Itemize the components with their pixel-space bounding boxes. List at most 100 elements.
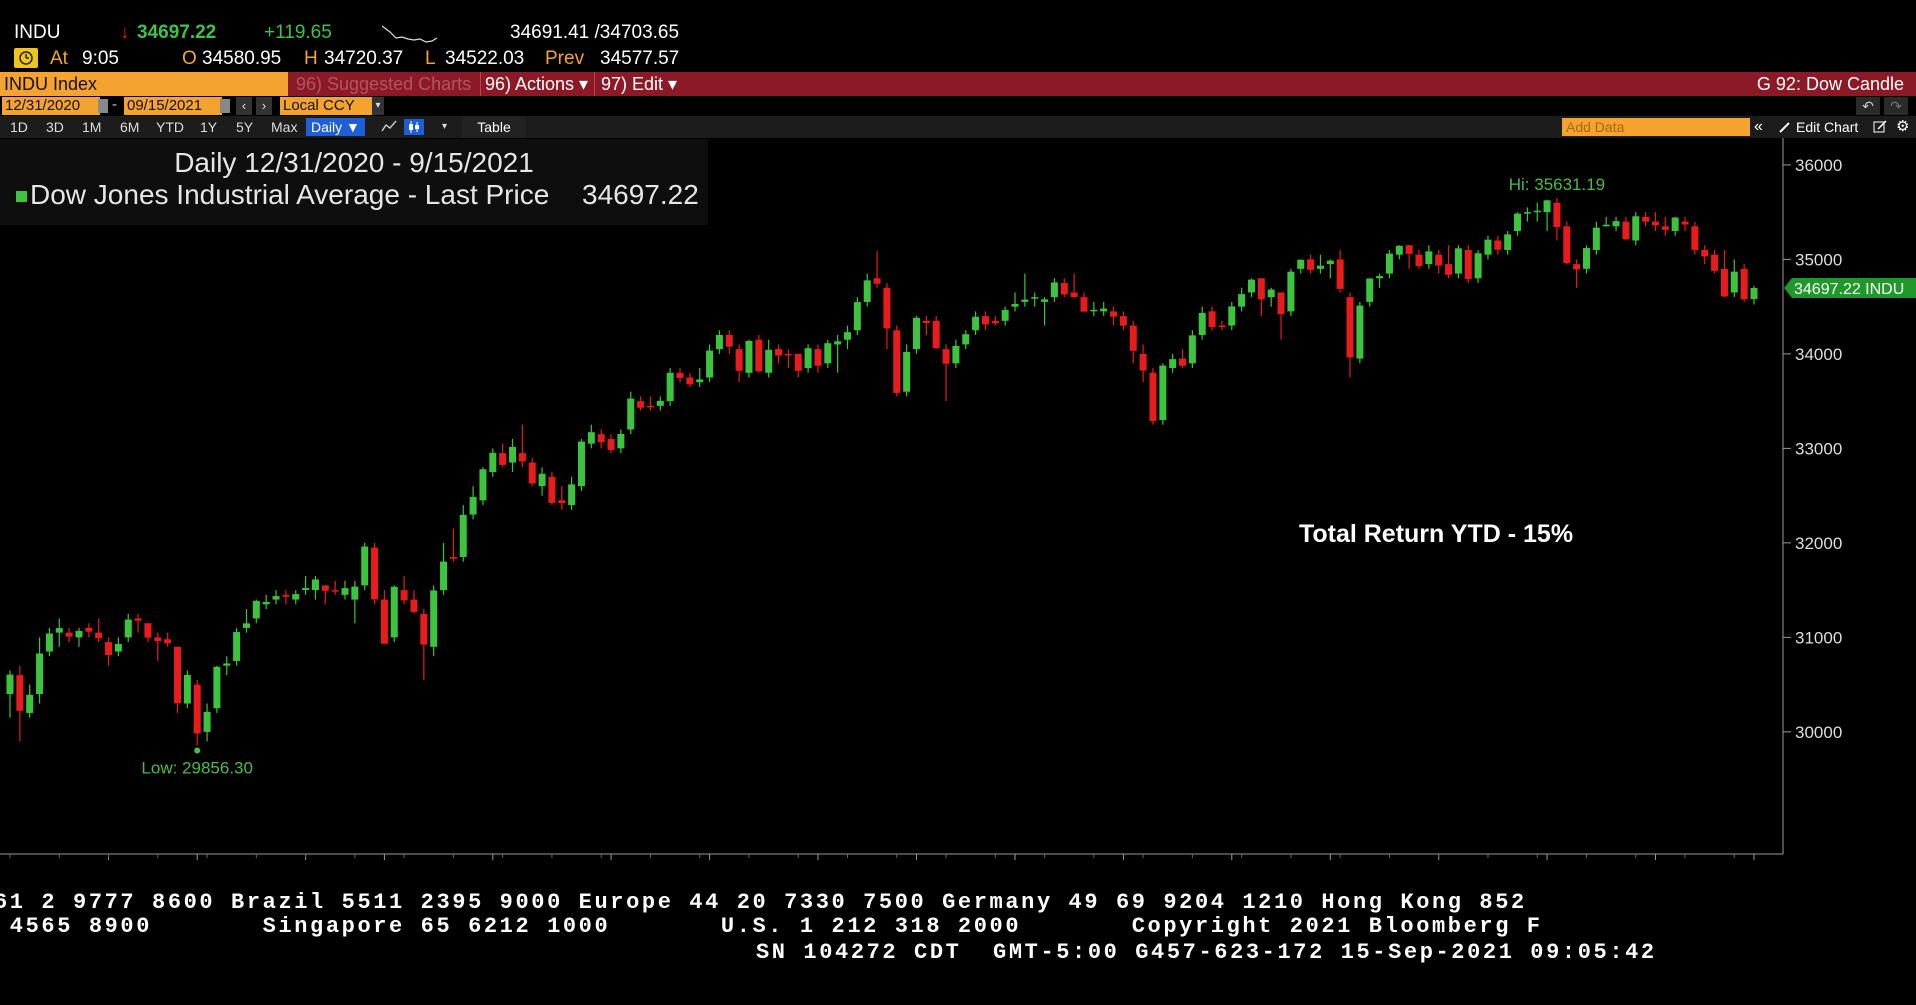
prev-label: Prev — [545, 48, 585, 69]
candle-body — [1661, 226, 1669, 230]
add-data-input[interactable]: Add Data — [1562, 118, 1750, 136]
candle — [1711, 249, 1719, 274]
candle — [272, 590, 280, 605]
candle-body — [784, 353, 792, 356]
chevron-left-icon[interactable]: ‹ — [236, 97, 252, 115]
realtime-icon[interactable] — [14, 48, 38, 68]
candle-body — [755, 339, 763, 372]
chevron-down-icon[interactable]: ▾ — [442, 116, 447, 138]
x-tick-label: Feb 26 — [358, 857, 411, 860]
period-ytd[interactable]: YTD — [156, 116, 184, 138]
candle-body — [400, 590, 408, 601]
candle — [105, 637, 113, 666]
date-separator: - — [112, 96, 117, 113]
period-1d[interactable]: 1D — [10, 116, 28, 138]
candle — [65, 627, 73, 643]
x-tick-label: Aug 16 — [1520, 857, 1574, 860]
high-value: 34720.37 — [324, 48, 404, 69]
candle — [1041, 297, 1049, 326]
candle-body — [223, 663, 231, 666]
edit-pencil-icon[interactable] — [1872, 116, 1888, 138]
candle — [676, 368, 684, 383]
candle-body — [1632, 216, 1640, 241]
calendar-icon[interactable] — [220, 99, 230, 113]
period-max[interactable]: Max — [271, 116, 297, 138]
candle — [1238, 287, 1246, 312]
candle-body — [883, 287, 891, 329]
candle — [95, 618, 103, 643]
suggested-charts-button[interactable]: 96) Suggested Charts — [292, 72, 476, 96]
redo-icon[interactable]: ↷ — [1884, 97, 1908, 115]
candle-body — [1287, 271, 1295, 312]
chevron-right-icon[interactable]: › — [256, 97, 272, 115]
period-1m[interactable]: 1M — [82, 116, 101, 138]
candle-body — [1573, 264, 1581, 270]
quote-time: 9:05 — [82, 48, 119, 69]
low-value: 34522.03 — [445, 48, 525, 69]
candle — [1228, 301, 1236, 331]
candle — [1533, 202, 1541, 222]
candle-body — [1011, 303, 1019, 307]
actions-menu[interactable]: 96) Actions ▾ — [480, 72, 590, 96]
candle-body — [430, 590, 438, 647]
period-5y[interactable]: 5Y — [236, 116, 253, 138]
y-tick-label: 31000 — [1795, 628, 1842, 647]
calendar-icon[interactable] — [98, 99, 108, 113]
edit-menu[interactable]: 97) Edit ▾ — [594, 72, 678, 96]
candle — [85, 623, 93, 638]
candle — [282, 590, 290, 605]
period-3d[interactable]: 3D — [46, 116, 64, 138]
candle — [1701, 245, 1709, 265]
table-button[interactable]: Table — [462, 116, 526, 138]
candle-body — [1395, 245, 1403, 255]
candle-body — [972, 316, 980, 331]
candle-body — [1533, 210, 1541, 213]
x-tick-label: Sep 15 — [1727, 857, 1781, 860]
end-date-field[interactable]: 09/15/2021 — [124, 97, 222, 115]
frequency-dropdown[interactable]: Daily ▼ — [306, 118, 365, 136]
candle — [183, 670, 191, 709]
candle — [1602, 216, 1610, 227]
edit-chart-button[interactable]: Edit Chart — [1796, 116, 1858, 138]
collapse-icon[interactable]: « — [1754, 116, 1763, 138]
candle — [903, 344, 911, 397]
candle-body — [351, 586, 359, 600]
candle — [912, 316, 920, 354]
security-field[interactable]: INDU Index — [0, 72, 288, 96]
gear-icon[interactable]: ⚙ — [1896, 116, 1909, 138]
candle-body — [706, 350, 714, 378]
candle-body — [735, 349, 743, 371]
candle-body — [617, 433, 625, 449]
chart-toolbar: 1D 3D 1M 6M YTD 1Y 5Y Max Daily ▼ ▾ Tabl… — [0, 116, 1916, 138]
edit-chart-icon[interactable] — [1778, 116, 1792, 138]
candle — [863, 273, 871, 307]
line-chart-icon[interactable] — [380, 116, 398, 138]
candle-body — [154, 637, 162, 642]
candle — [1750, 285, 1758, 305]
candle-body — [1385, 253, 1393, 274]
candle — [607, 434, 615, 454]
candle-chart-icon[interactable] — [404, 119, 424, 135]
candle-body — [1730, 271, 1738, 293]
period-1y[interactable]: 1Y — [200, 116, 217, 138]
candle-body — [1602, 224, 1610, 227]
period-6m[interactable]: 6M — [120, 116, 139, 138]
candle-body — [1336, 259, 1344, 289]
candle-body — [597, 434, 605, 443]
candle-body — [893, 330, 901, 393]
candle — [203, 703, 211, 742]
start-date-field[interactable]: 12/31/2020 — [2, 97, 100, 115]
candle — [193, 679, 201, 746]
candle — [715, 330, 723, 354]
candle-body — [1592, 227, 1600, 250]
candle — [479, 467, 487, 506]
chevron-down-icon[interactable]: ▾ — [372, 97, 384, 115]
currency-field[interactable]: Local CCY — [280, 97, 372, 115]
candle — [124, 613, 132, 643]
candle — [1445, 245, 1453, 279]
candle-body — [124, 619, 132, 638]
candle — [420, 609, 428, 680]
candle — [1376, 273, 1384, 288]
undo-icon[interactable]: ↶ — [1856, 97, 1880, 115]
candle — [1691, 221, 1699, 255]
